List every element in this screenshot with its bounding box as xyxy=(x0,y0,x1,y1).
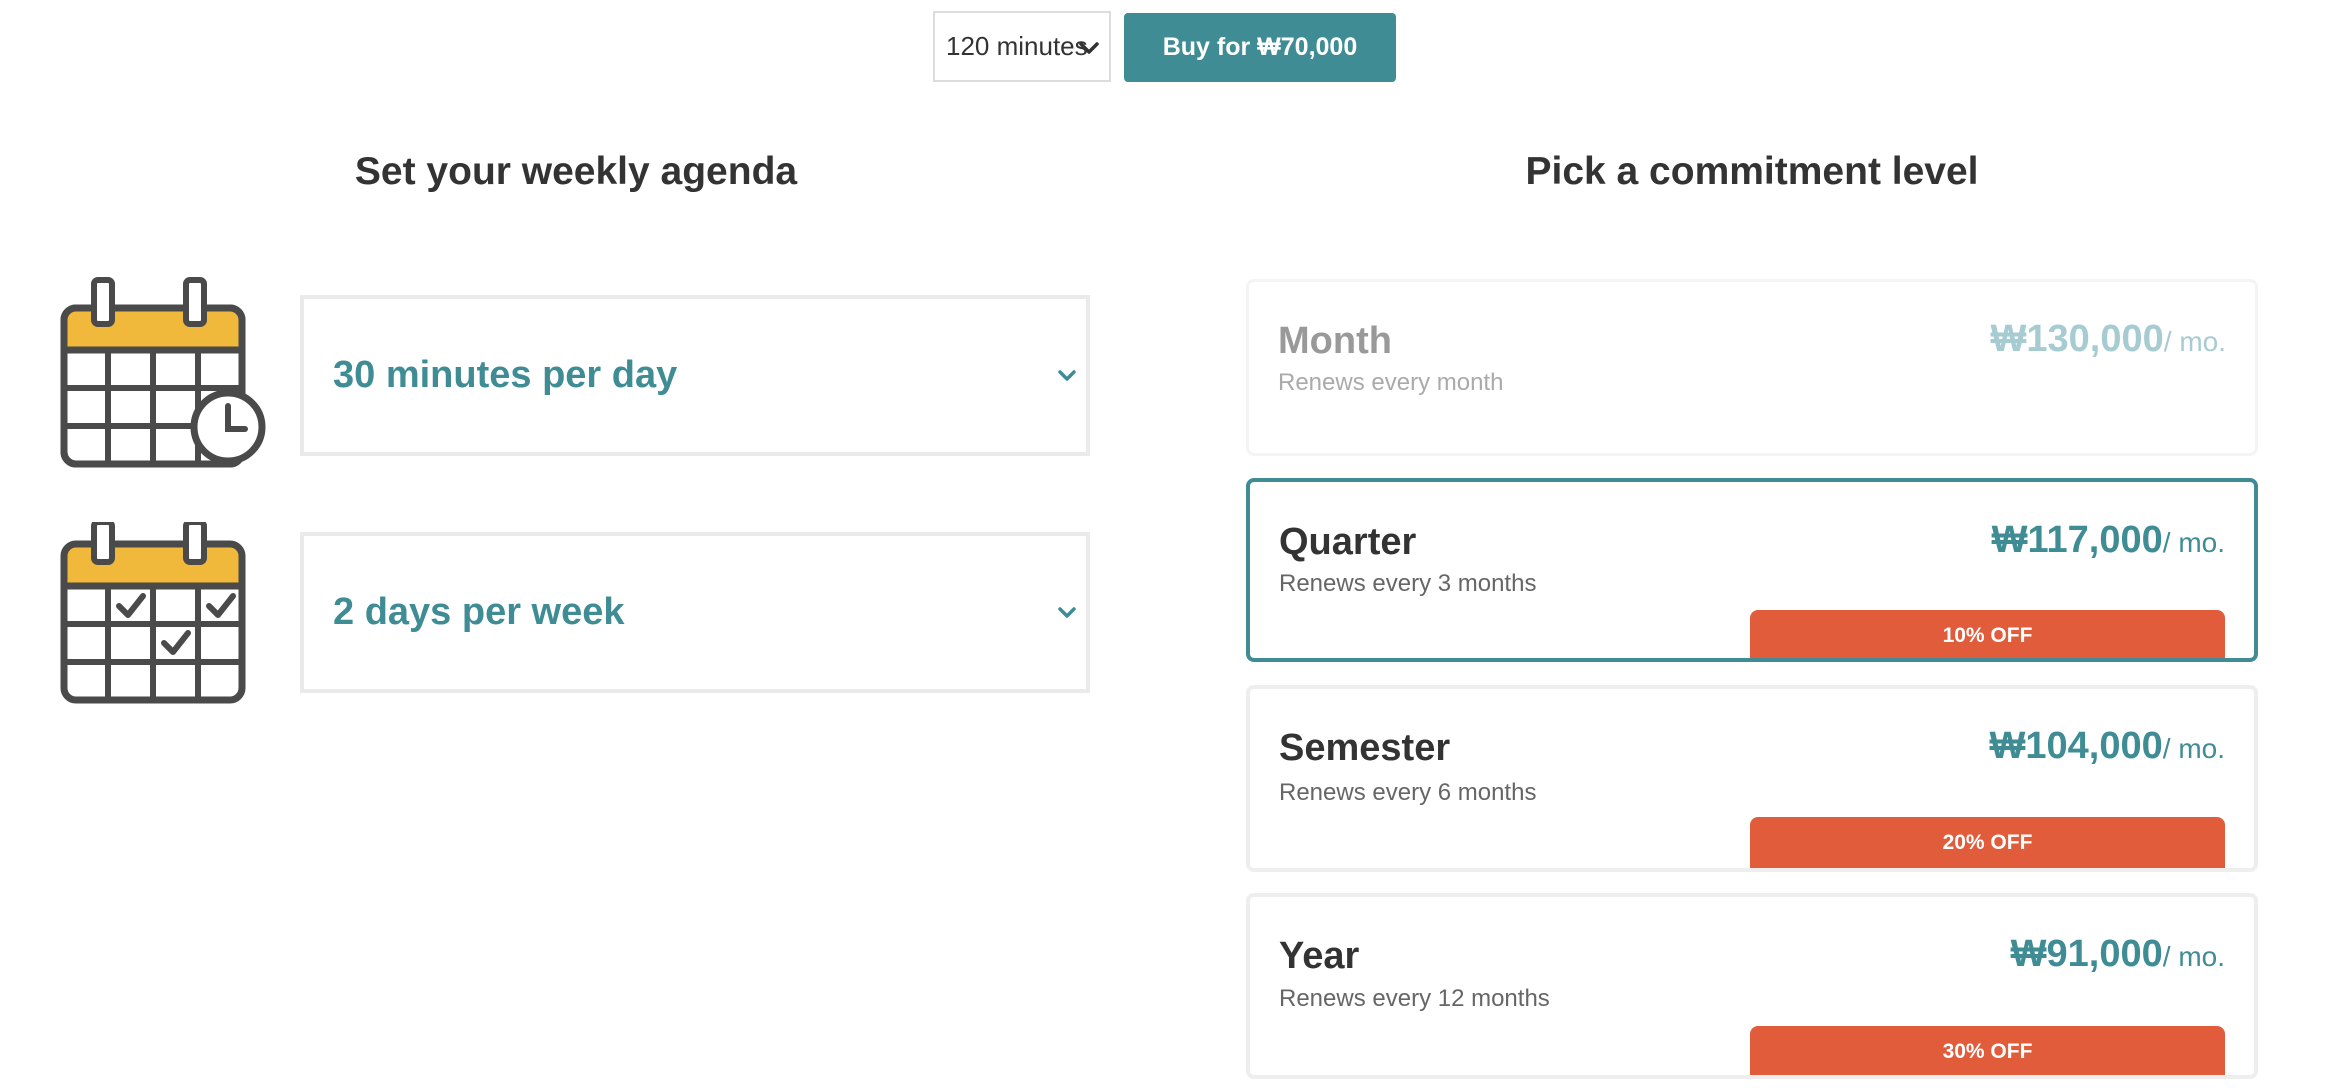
chevron-down-icon xyxy=(1058,370,1076,381)
plan-card-quarter[interactable]: Quarter Renews every 3 months ₩117,000/ … xyxy=(1246,478,2258,662)
chevron-down-icon xyxy=(1079,42,1099,54)
plan-renew-text: Renews every month xyxy=(1278,369,1504,396)
plan-renew-text: Renews every 3 months xyxy=(1279,570,1537,597)
calendar-clock-icon xyxy=(60,277,266,468)
duration-select[interactable]: 120 minutes xyxy=(933,11,1111,82)
plan-card-semester[interactable]: Semester Renews every 6 months ₩104,000/… xyxy=(1246,685,2258,872)
plan-price-value: ₩117,000 xyxy=(1991,519,2163,561)
plan-price-value: ₩104,000 xyxy=(1989,725,2163,767)
purchase-bar: 120 minutes Buy for ₩70,000 xyxy=(0,10,2326,82)
daily-minutes-value: 30 minutes per day xyxy=(333,354,678,396)
commitment-title: Pick a commitment level xyxy=(1525,150,1979,193)
plan-price-unit: / mo. xyxy=(2163,326,2226,357)
weekly-days-select[interactable]: 2 days per week xyxy=(300,532,1090,693)
chevron-down-icon xyxy=(1058,607,1076,618)
plan-renew-text: Renews every 12 months xyxy=(1279,985,1550,1012)
plan-card-month[interactable]: Month Renews every month ₩130,000/ mo. xyxy=(1246,279,2258,456)
plan-price: ₩117,000/ mo. xyxy=(1992,519,2225,562)
calendar-check-icon xyxy=(60,522,246,704)
plan-price: ₩91,000/ mo. xyxy=(2011,933,2225,976)
plan-price-value: ₩130,000 xyxy=(1990,318,2164,360)
discount-badge: 10% OFF xyxy=(1750,610,2225,658)
plan-name: Year xyxy=(1279,935,1360,977)
plan-price-value: ₩91,000 xyxy=(2010,933,2163,975)
plan-price-unit: / mo. xyxy=(2162,527,2225,558)
daily-minutes-select[interactable]: 30 minutes per day xyxy=(300,295,1090,456)
plan-price-unit: / mo. xyxy=(2162,733,2225,764)
plan-price: ₩130,000/ mo. xyxy=(1991,318,2226,361)
plan-renew-text: Renews every 6 months xyxy=(1279,779,1537,806)
plan-price-unit: / mo. xyxy=(2162,941,2225,972)
discount-badge: 20% OFF xyxy=(1750,817,2225,868)
discount-badge: 30% OFF xyxy=(1750,1026,2225,1075)
plan-name: Semester xyxy=(1279,727,1451,769)
weekly-days-value: 2 days per week xyxy=(333,591,625,633)
duration-select-value: 120 minutes xyxy=(946,31,1088,61)
plan-name: Quarter xyxy=(1279,521,1417,563)
plan-price: ₩104,000/ mo. xyxy=(1990,725,2225,768)
plan-name: Month xyxy=(1278,320,1392,362)
buy-button[interactable]: Buy for ₩70,000 xyxy=(1124,13,1396,82)
plan-card-year[interactable]: Year Renews every 12 months ₩91,000/ mo.… xyxy=(1246,893,2258,1079)
agenda-title: Set your weekly agenda xyxy=(354,150,798,193)
